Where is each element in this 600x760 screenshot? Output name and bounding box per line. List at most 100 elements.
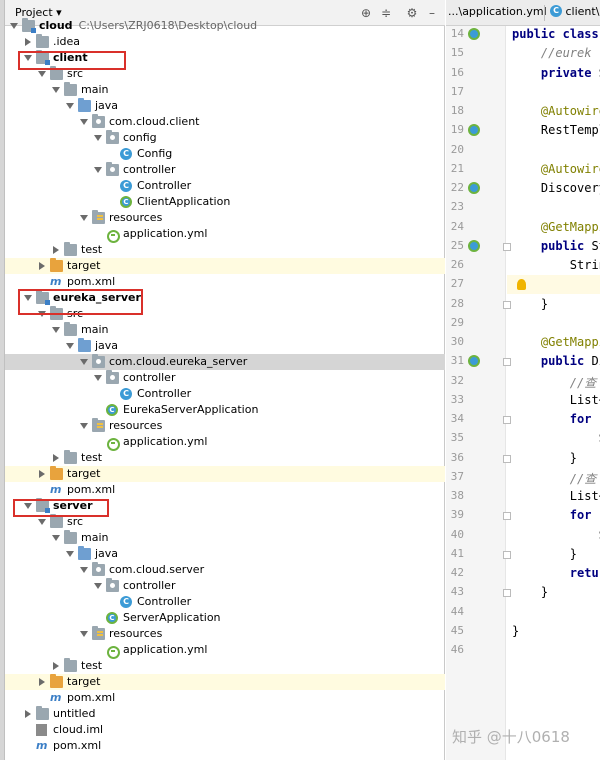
tree-node[interactable]: application.yml [5, 434, 445, 451]
chevron-down-icon[interactable] [51, 533, 61, 543]
tree-node[interactable]: untitled [5, 706, 445, 722]
chevron-down-icon[interactable] [79, 357, 89, 367]
tree-node[interactable]: test [5, 658, 445, 674]
tree-node-label: pom.xml [67, 275, 116, 288]
chevron-down-icon[interactable] [37, 517, 47, 527]
spring-bean-icon[interactable] [468, 239, 480, 252]
chevron-down-icon[interactable] [93, 373, 103, 383]
chevron-down-icon[interactable] [79, 421, 89, 431]
chevron-right-icon[interactable] [37, 469, 47, 479]
tree-node[interactable]: controller [5, 370, 445, 386]
chevron-right-icon[interactable] [37, 677, 47, 687]
tree-node[interactable]: m pom.xml [5, 274, 445, 290]
tree-node[interactable]: .idea [5, 34, 445, 50]
tree-node[interactable]: resources [5, 626, 445, 642]
chevron-right-icon[interactable] [51, 245, 61, 255]
code-line: @GetMappi [540, 335, 600, 349]
folder-icon [64, 242, 77, 256]
chevron-down-icon[interactable] [93, 581, 103, 591]
source-folder-icon [78, 546, 91, 560]
chevron-down-icon[interactable] [79, 629, 89, 639]
chevron-down-icon[interactable] [93, 133, 103, 143]
chevron-down-icon[interactable] [79, 213, 89, 223]
chevron-right-icon[interactable] [51, 453, 61, 463]
tree-node[interactable]: m pom.xml [5, 482, 445, 498]
tree-node[interactable]: application.yml [5, 226, 445, 243]
tree-node[interactable]: com.cloud.client [5, 114, 445, 130]
tree-node[interactable]: C Controller [5, 594, 445, 610]
fold-marker-icon[interactable] [503, 454, 511, 463]
tree-node[interactable]: java [5, 546, 445, 562]
chevron-right-icon[interactable] [37, 261, 47, 271]
line-number: 40 [450, 527, 464, 541]
tree-node[interactable]: test [5, 242, 445, 258]
maven-icon: m [50, 275, 62, 288]
tree-node-label: Controller [137, 595, 192, 608]
tree-node[interactable]: resources [5, 418, 445, 434]
tree-node[interactable]: com.cloud.eureka_server [5, 354, 445, 370]
line-number: 25 [450, 238, 464, 252]
fold-marker-icon[interactable] [503, 416, 511, 424]
fold-marker-icon[interactable] [503, 550, 511, 559]
code-line: //查 [512, 375, 597, 390]
tree-node[interactable]: C Controller [5, 178, 445, 194]
tree-node[interactable]: java [5, 98, 445, 114]
tab-application-yml[interactable]: ...\application.yml [448, 5, 547, 18]
chevron-right-icon[interactable] [23, 709, 33, 719]
tree-node[interactable]: cloud.iml [5, 722, 445, 738]
chevron-down-icon[interactable] [93, 165, 103, 175]
lightbulb-icon[interactable] [517, 279, 526, 291]
tree-node[interactable]: C Config [5, 146, 445, 162]
spring-bean-icon[interactable] [468, 124, 480, 137]
spring-bean-icon[interactable] [468, 182, 480, 194]
chevron-down-icon[interactable] [51, 325, 61, 335]
fold-marker-icon[interactable] [503, 300, 511, 309]
tree-node[interactable]: target [5, 466, 445, 482]
tree-node[interactable]: controller [5, 578, 445, 594]
chevron-down-icon[interactable] [37, 69, 47, 79]
code-line: } [512, 585, 549, 600]
tree-node[interactable]: java [5, 338, 445, 354]
tree-node[interactable]: config [5, 130, 445, 146]
folder-icon [64, 450, 77, 464]
tree-node[interactable]: application.yml [5, 642, 445, 659]
spring-class-icon: C [106, 404, 118, 416]
chevron-down-icon[interactable] [65, 341, 75, 351]
tree-node[interactable]: target [5, 258, 445, 274]
spring-bean-icon[interactable] [468, 355, 480, 368]
chevron-right-icon[interactable] [23, 37, 33, 47]
tree-node[interactable]: test [5, 450, 445, 466]
tree-node[interactable]: m pom.xml [5, 738, 445, 754]
tree-node[interactable]: C ServerApplication [5, 610, 445, 626]
chevron-down-icon[interactable] [51, 85, 61, 95]
fold-marker-icon[interactable] [503, 512, 511, 521]
tab-client-controller[interactable]: C client\... [550, 5, 600, 18]
tree-node[interactable]: C Controller [5, 386, 445, 402]
tree-node[interactable]: cloud C:\Users\ZRJ0618\Desktop\cloud [5, 18, 445, 34]
tree-node[interactable]: controller [5, 162, 445, 178]
chevron-down-icon[interactable] [65, 101, 75, 111]
chevron-down-icon[interactable] [79, 117, 89, 127]
resources-folder-icon [92, 210, 105, 224]
tree-node[interactable]: main [5, 322, 445, 338]
line-number: 26 [450, 258, 464, 271]
chevron-down-icon[interactable] [79, 565, 89, 575]
tree-node[interactable]: C ClientApplication [5, 194, 445, 210]
chevron-right-icon[interactable] [51, 661, 61, 671]
tree-node[interactable]: com.cloud.server [5, 562, 445, 578]
fold-marker-icon[interactable] [503, 589, 511, 598]
fold-marker-icon[interactable] [503, 242, 511, 251]
folder-icon [64, 658, 77, 672]
tree-node[interactable]: m pom.xml [5, 690, 445, 706]
chevron-down-icon[interactable] [9, 21, 19, 31]
class-icon: C [120, 388, 132, 400]
tree-node[interactable]: resources [5, 210, 445, 226]
tree-node[interactable]: main [5, 530, 445, 546]
tree-node[interactable]: target [5, 674, 445, 690]
chevron-down-icon[interactable] [65, 549, 75, 559]
fold-marker-icon[interactable] [503, 358, 511, 367]
line-number: 36 [450, 450, 464, 464]
tree-node[interactable]: C EurekaServerApplication [5, 402, 445, 418]
spring-bean-icon[interactable] [468, 28, 480, 40]
tree-node[interactable]: main [5, 82, 445, 98]
